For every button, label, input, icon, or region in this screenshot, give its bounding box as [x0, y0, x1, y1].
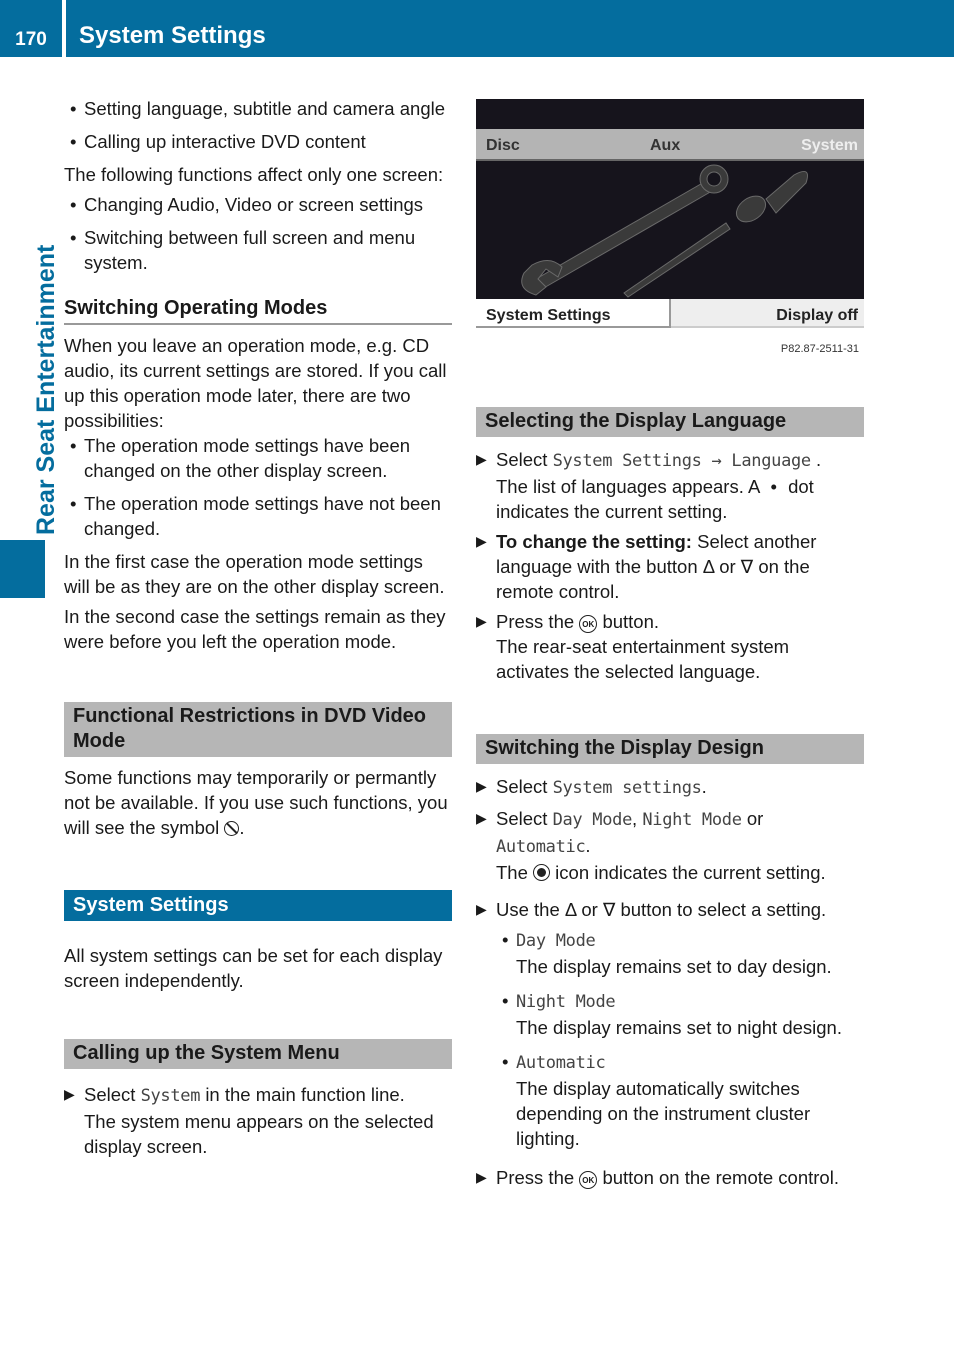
step-result: The rear-seat entertainment system activ…: [496, 636, 790, 682]
menu-item-ref: System: [140, 1086, 201, 1106]
prohibited-icon: [224, 821, 240, 836]
instruction-step: ▶ Select System in the main function lin…: [64, 1084, 434, 1157]
page-title: System Settings: [79, 22, 266, 49]
section-heading-display-design: Switching the Display Design: [476, 734, 864, 764]
figure-code: P82.87-2511-31: [780, 343, 859, 355]
option-day-mode: • Day Mode The display remains set to da…: [502, 929, 832, 977]
step-arrow-icon: ▶: [476, 810, 487, 826]
tab-aux: Aux: [650, 137, 681, 154]
step-arrow-icon: ▶: [476, 778, 487, 794]
step-arrow-icon: ▶: [476, 533, 487, 549]
system-screen-figure: Disc Aux System System Settings Display …: [476, 97, 864, 357]
instruction-step: ▶ Select System settings.: [476, 776, 707, 798]
instruction-step: ▶ Use the Δ or ∇ button to select a sett…: [476, 899, 827, 920]
intro-paragraph: The following functions affect only one …: [64, 164, 444, 185]
instruction-step: ▶ To change the setting: Select another …: [476, 531, 817, 602]
paragraph: In the second case the settings remain a…: [64, 606, 446, 652]
display-off-button: Display off: [671, 299, 864, 328]
instruction-step: ▶ Select Day Mode, Night Mode or Automat…: [476, 808, 826, 883]
bottom-function-bar: System Settings Display off: [476, 299, 864, 328]
section-heading-restrictions: Functional Restrictions in DVD Video Mod…: [64, 702, 452, 757]
restrictions-text: Some functions may temporarily or perman…: [64, 767, 448, 838]
section-heading-calling-menu: Calling up the System Menu: [64, 1039, 452, 1069]
system-settings-button: System Settings: [476, 299, 671, 328]
list-item: Setting language, subtitle and camera an…: [64, 96, 452, 121]
menu-path-ref: System Settings → Language: [552, 451, 812, 471]
paragraph: When you leave an operation mode, e.g. C…: [64, 335, 447, 431]
header-divider: [62, 0, 66, 57]
section-heading-display-language: Selecting the Display Language: [476, 407, 864, 437]
list-item: Changing Audio, Video or screen settings: [64, 192, 452, 217]
list-item: The operation mode settings have been ch…: [64, 433, 452, 483]
main-function-line: Disc Aux System: [476, 129, 864, 161]
tab-disc: Disc: [486, 137, 520, 154]
ok-button-icon: OK: [579, 1171, 598, 1189]
step-arrow-icon: ▶: [476, 1169, 487, 1185]
paragraph: All system settings can be set for each …: [64, 945, 443, 991]
radio-selected-icon: [533, 864, 551, 881]
step-arrow-icon: ▶: [64, 1086, 75, 1102]
page-header: 170 System Settings: [0, 0, 954, 57]
paragraph: Some functions may temporarily or perman…: [64, 765, 452, 840]
period: .: [239, 817, 245, 838]
step-arrow-icon: ▶: [476, 613, 487, 629]
step-arrow-icon: ▶: [476, 901, 487, 917]
ok-button-icon: OK: [579, 615, 598, 633]
instruction-step: ▶ Press the OK button. The rear-seat ent…: [476, 611, 790, 682]
paragraph: In the first case the operation mode set…: [64, 551, 445, 597]
wrench-screwdriver-icon: [521, 164, 808, 298]
section-heading-system-settings: System Settings: [64, 890, 452, 921]
instruction-step: ▶ Select System Settings → Language . Th…: [476, 449, 822, 522]
chapter-side-label: Rear Seat Entertainment: [32, 244, 60, 535]
right-column: Disc Aux System System Settings Display …: [476, 97, 864, 1195]
screen-image: Disc Aux System System Settings Display …: [476, 99, 864, 328]
left-column: Setting language, subtitle and camera an…: [64, 96, 452, 1164]
list-item: The operation mode settings have not bee…: [64, 491, 452, 541]
step-arrow-icon: ▶: [476, 451, 487, 467]
section-heading-switching-modes: Switching Operating Modes: [64, 295, 452, 325]
tab-system: System: [801, 137, 858, 154]
step-result: The system menu appears on the selected …: [84, 1111, 434, 1157]
chapter-tab-marker: [0, 540, 45, 598]
instruction-step: ▶ Press the OK button on the remote cont…: [476, 1167, 839, 1189]
dot-icon: •: [770, 476, 777, 497]
page-number: 170: [15, 29, 47, 50]
list-item: Switching between full screen and menu s…: [64, 225, 452, 275]
list-item: Calling up interactive DVD content: [64, 129, 452, 154]
option-automatic: • Automatic The display automatically sw…: [502, 1051, 811, 1149]
option-night-mode: • Night Mode The display remains set to …: [502, 990, 842, 1038]
